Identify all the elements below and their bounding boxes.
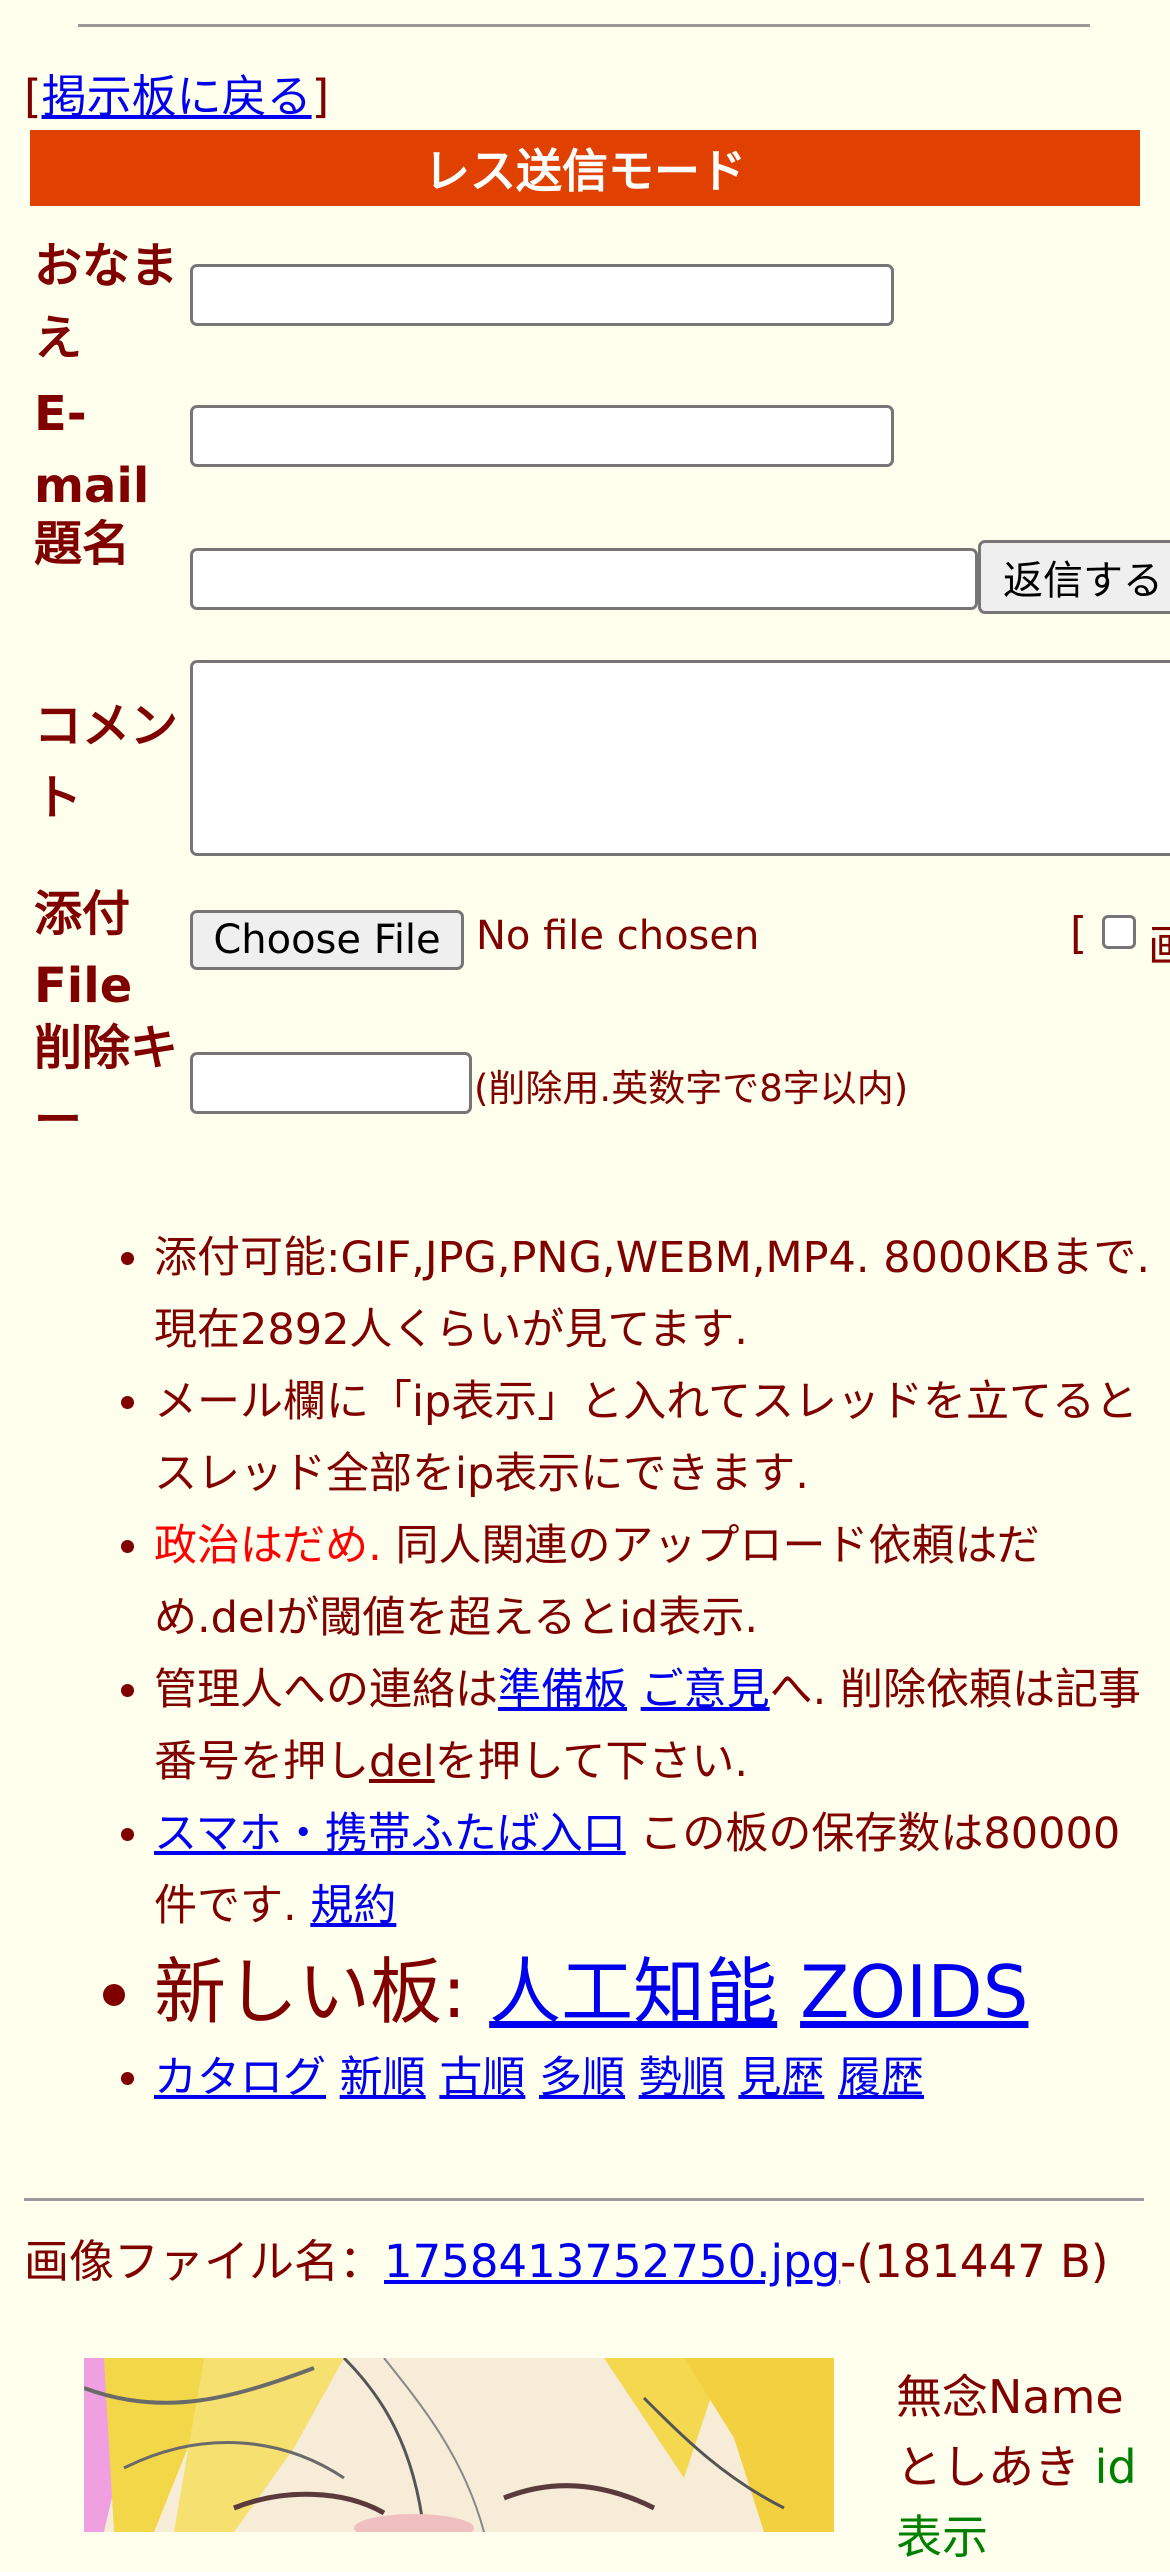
ip-info-text: メール欄に「ip表示」と入れてスレッドを立てるとスレッド全部をip表示にできます…	[154, 1377, 1138, 1499]
image-filename-label: 画像ファイル名：	[24, 2235, 385, 2288]
back-nav: [掲示板に戻る]	[24, 60, 329, 125]
bracket-open: [	[24, 70, 42, 123]
comment-label: コメント	[34, 698, 179, 826]
viewed-history-link[interactable]: 見歴	[738, 2053, 824, 2103]
sort-most-link[interactable]: 多順	[539, 2053, 625, 2103]
contact-suffix-text: を押して下さい.	[434, 1737, 749, 1787]
post-file-info: 画像ファイル名：1758413752750.jpg-(181447 B)	[24, 2232, 1154, 2292]
new-boards-label: 新しい板:	[154, 1950, 490, 2034]
sort-newest-link[interactable]: 新順	[340, 2053, 426, 2103]
list-item: 政治はだめ. 同人関連のアップロード依頼はだめ.delが閾値を超えるとid表示.	[154, 1510, 1154, 1654]
history-link[interactable]: 履歴	[838, 2053, 924, 2103]
ai-board-link[interactable]: 人工知能	[489, 1950, 777, 2034]
name-input[interactable]	[190, 264, 894, 326]
section-divider	[24, 2198, 1144, 2201]
mobile-entrance-link[interactable]: スマホ・携帯ふたば入口	[154, 1809, 626, 1859]
top-divider	[78, 24, 1090, 27]
image-option-label: 画	[1148, 910, 1170, 974]
terms-link[interactable]: 規約	[310, 1881, 396, 1931]
list-item: 添付可能:GIF,JPG,PNG,WEBM,MP4. 8000KBまで. 現在2…	[154, 1222, 1154, 1366]
poster-name-label: 無念Name	[896, 2370, 1124, 2424]
sort-oldest-link[interactable]: 古順	[439, 2053, 525, 2103]
list-item: 新しい板: 人工知能 ZOIDS	[154, 1942, 1154, 2042]
sort-momentum-link[interactable]: 勢順	[639, 2053, 725, 2103]
image-file-size: -(181447 B)	[840, 2235, 1109, 2288]
subject-label: 題名	[34, 516, 131, 572]
image-option-checkbox[interactable]	[1102, 915, 1136, 949]
no-file-chosen-text: No file chosen	[476, 913, 760, 959]
catalog-link[interactable]: カタログ	[154, 2053, 326, 2103]
list-item: カタログ 新順 古順 多順 勢順 見歴 履歴	[154, 2042, 1154, 2114]
del-text: del	[369, 1737, 435, 1787]
list-item: 管理人への連絡は準備板 ご意見へ. 削除依頼は記事番号を押しdelを押して下さい…	[154, 1654, 1154, 1798]
choose-file-button[interactable]: Choose File	[190, 910, 464, 970]
zoids-board-link[interactable]: ZOIDS	[800, 1950, 1028, 2034]
feedback-link[interactable]: ご意見	[641, 1665, 770, 1715]
delete-key-input[interactable]	[190, 1052, 472, 1114]
attach-info-text: 添付可能:GIF,JPG,PNG,WEBM,MP4. 8000KBまで. 現在2…	[154, 1233, 1151, 1355]
email-input[interactable]	[190, 405, 894, 467]
post-thumbnail-image[interactable]	[84, 2358, 834, 2532]
contact-text: 管理人への連絡は	[154, 1665, 498, 1715]
prep-board-link[interactable]: 準備板	[498, 1665, 627, 1715]
anime-character-illustration	[84, 2358, 834, 2532]
reply-mode-banner: レス送信モード	[30, 130, 1140, 206]
image-option-bracket: [	[1070, 908, 1088, 959]
back-to-board-link[interactable]: 掲示板に戻る	[42, 70, 312, 123]
list-item: スマホ・携帯ふたば入口 この板の保存数は80000件です. 規約	[154, 1798, 1154, 1942]
comment-textarea[interactable]	[190, 660, 1170, 856]
email-label: E-mail	[34, 386, 150, 514]
name-label: おなまえ	[34, 238, 179, 366]
submit-reply-button[interactable]: 返信する	[978, 540, 1170, 614]
board-notes-list: 添付可能:GIF,JPG,PNG,WEBM,MP4. 8000KBまで. 現在2…	[0, 1222, 1154, 2114]
file-label: 添付File	[34, 886, 133, 1014]
delete-key-hint: (削除用.英数字で8字以内)	[474, 1067, 909, 1110]
delete-key-label: 削除キー	[34, 1020, 179, 1148]
subject-input[interactable]	[190, 548, 978, 610]
image-file-link[interactable]: 1758413752750.jpg	[384, 2235, 840, 2288]
poster-handle: としあき	[896, 2440, 1080, 2494]
post-header: 無念Name としあき id表示	[896, 2362, 1170, 2572]
bracket-close: ]	[311, 70, 330, 123]
politics-warning: 政治はだめ.	[154, 1521, 382, 1571]
list-item: メール欄に「ip表示」と入れてスレッドを立てるとスレッド全部をip表示にできます…	[154, 1366, 1154, 1510]
